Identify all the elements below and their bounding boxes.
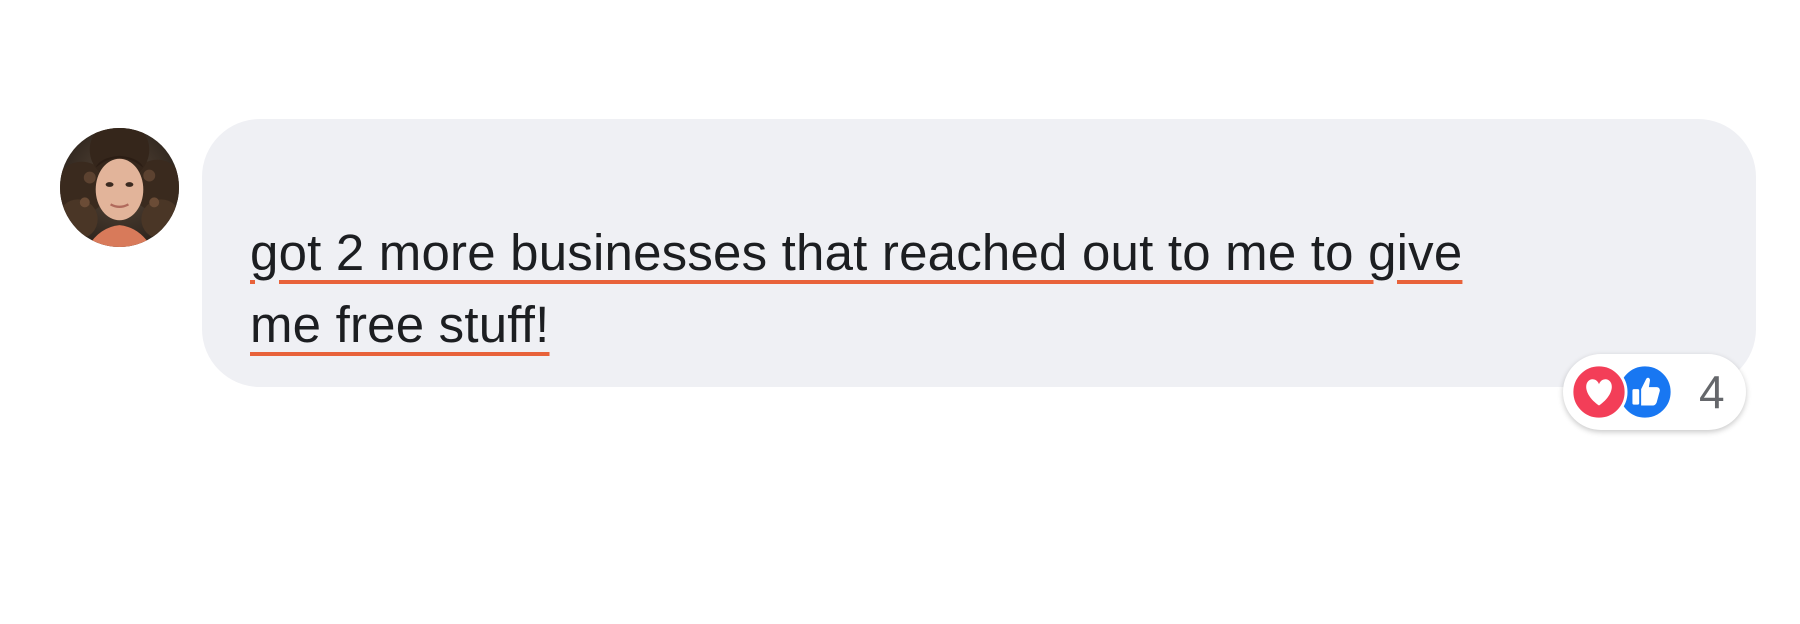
reactions-summary[interactable]: 4: [1563, 354, 1746, 430]
comment-bubble: got 2 more businesses that reached out t…: [202, 119, 1756, 387]
comment-text: got 2 more businesses that reached out t…: [250, 217, 1680, 361]
avatar-photo: [60, 128, 179, 247]
reaction-count: 4: [1699, 366, 1725, 418]
avatar[interactable]: [60, 128, 179, 247]
comment-line-2: me free stuff!: [250, 296, 550, 353]
love-icon: [1570, 363, 1628, 421]
comment-line-1: got 2 more businesses that reached out t…: [250, 224, 1463, 281]
